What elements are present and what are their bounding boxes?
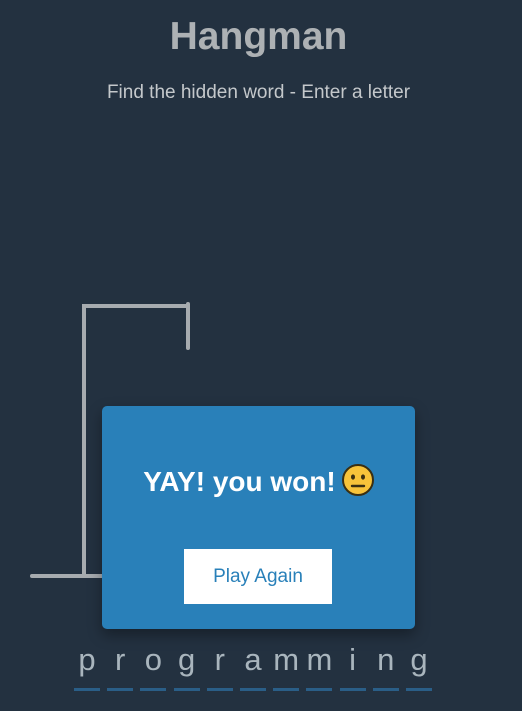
letter-slot: g xyxy=(173,640,200,691)
win-popup: YAY! you won! Play Again xyxy=(102,406,415,629)
letter-underline xyxy=(206,688,233,691)
letter-underline xyxy=(339,688,366,691)
word-letter: g xyxy=(410,642,428,677)
letter-slot: m xyxy=(273,640,300,691)
letter-slot: i xyxy=(339,640,366,691)
word-letter: o xyxy=(144,642,163,677)
letter-slot: p xyxy=(74,640,100,691)
word-letter: i xyxy=(349,642,357,677)
letter-underline xyxy=(173,688,200,691)
play-again-button[interactable]: Play Again xyxy=(184,549,332,604)
word-letter: r xyxy=(115,642,126,677)
letter-underline xyxy=(140,688,167,691)
letter-underline xyxy=(273,688,300,691)
win-message: YAY! you won! xyxy=(143,466,336,497)
word-letter: m xyxy=(273,642,300,677)
win-message-row: YAY! you won! xyxy=(102,464,415,499)
word-letter: a xyxy=(244,642,262,677)
letter-underline xyxy=(372,688,399,691)
letter-underline xyxy=(240,688,266,691)
word-letter: m xyxy=(306,642,333,677)
word-letter: p xyxy=(78,642,96,677)
letter-slot: g xyxy=(406,640,432,691)
letter-underline xyxy=(74,688,100,691)
letter-slot: o xyxy=(140,640,167,691)
letter-slot: n xyxy=(372,640,399,691)
letter-underline xyxy=(306,688,333,691)
letter-underline xyxy=(107,688,134,691)
letter-slot: r xyxy=(107,640,134,691)
letter-slot: m xyxy=(306,640,333,691)
word-letter: r xyxy=(214,642,225,677)
letter-slot: r xyxy=(206,640,233,691)
word-letter: n xyxy=(377,642,395,677)
word-letter: g xyxy=(177,642,196,677)
letter-underline xyxy=(406,688,432,691)
letter-slot: a xyxy=(240,640,266,691)
neutral-face-icon xyxy=(341,464,374,496)
